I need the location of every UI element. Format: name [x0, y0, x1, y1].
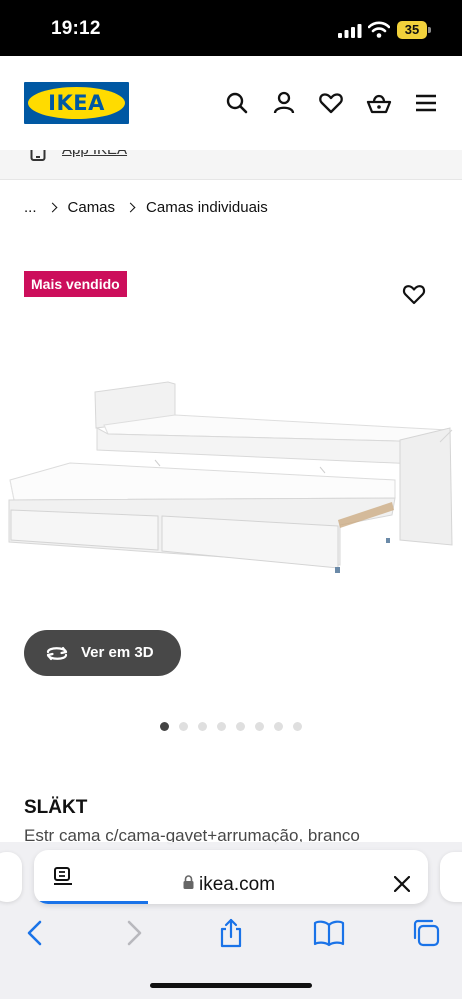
product-name: SLÄKT	[24, 797, 88, 818]
rotate-3d-icon	[46, 646, 68, 661]
site-header: IKEA	[0, 56, 462, 150]
forward-icon[interactable]	[124, 918, 144, 948]
ikea-logo-text: IKEA	[48, 91, 105, 115]
battery-indicator: 35	[397, 21, 431, 39]
favourite-heart-icon[interactable]	[402, 283, 426, 305]
app-promo-strip[interactable]: App IKEA	[0, 150, 462, 180]
share-icon[interactable]	[218, 918, 244, 948]
menu-icon[interactable]	[413, 90, 439, 116]
view-in-3d-button[interactable]: Ver em 3D	[24, 630, 181, 676]
tabs-icon[interactable]	[411, 918, 441, 948]
battery-level: 35	[397, 21, 427, 39]
back-icon[interactable]	[25, 918, 45, 948]
heart-icon[interactable]	[318, 90, 344, 116]
next-tab-peek[interactable]	[440, 852, 462, 902]
carousel-dot[interactable]	[274, 722, 283, 731]
view-in-3d-label: Ver em 3D	[81, 644, 154, 661]
home-indicator	[150, 983, 312, 988]
battery-tip	[428, 27, 431, 33]
page-menu-icon[interactable]	[52, 866, 74, 888]
url-text[interactable]: ikea.com	[199, 874, 275, 896]
breadcrumb-item-camas-individuais[interactable]: Camas individuais	[146, 199, 268, 216]
product-image-bed[interactable]	[0, 370, 462, 585]
carousel-dot[interactable]	[179, 722, 188, 731]
breadcrumb-item-camas[interactable]: Camas	[68, 199, 116, 216]
carousel-dot[interactable]	[198, 722, 207, 731]
status-bar: 19:12 35	[0, 0, 462, 56]
chevron-right-icon	[47, 202, 57, 212]
address-bar[interactable]: ikea.com	[34, 850, 428, 904]
breadcrumb-item-ellipsis[interactable]: ...	[24, 199, 37, 216]
app-promo-label[interactable]: App IKEA	[62, 150, 127, 158]
account-icon[interactable]	[271, 90, 297, 116]
search-icon[interactable]	[224, 90, 250, 116]
page-load-progress	[34, 901, 149, 904]
bookmarks-icon[interactable]	[313, 918, 345, 948]
ikea-logo[interactable]: IKEA	[24, 82, 129, 124]
carousel-dot[interactable]	[217, 722, 226, 731]
breadcrumb: ... Camas Camas individuais	[24, 197, 268, 217]
carousel-dot[interactable]	[160, 722, 169, 731]
carousel-dot[interactable]	[293, 722, 302, 731]
basket-icon[interactable]	[366, 90, 392, 116]
phone-icon	[30, 150, 46, 161]
lock-icon	[183, 875, 194, 889]
close-icon[interactable]	[394, 876, 410, 892]
chevron-right-icon	[125, 202, 136, 212]
carousel-dot[interactable]	[255, 722, 264, 731]
previous-tab-peek[interactable]	[0, 852, 22, 902]
cellular-signal-icon	[338, 24, 362, 38]
carousel-dot[interactable]	[236, 722, 245, 731]
wifi-icon	[368, 21, 390, 38]
bestseller-badge: Mais vendido	[24, 271, 127, 297]
status-time: 19:12	[51, 18, 101, 39]
image-carousel-dots	[160, 722, 312, 732]
